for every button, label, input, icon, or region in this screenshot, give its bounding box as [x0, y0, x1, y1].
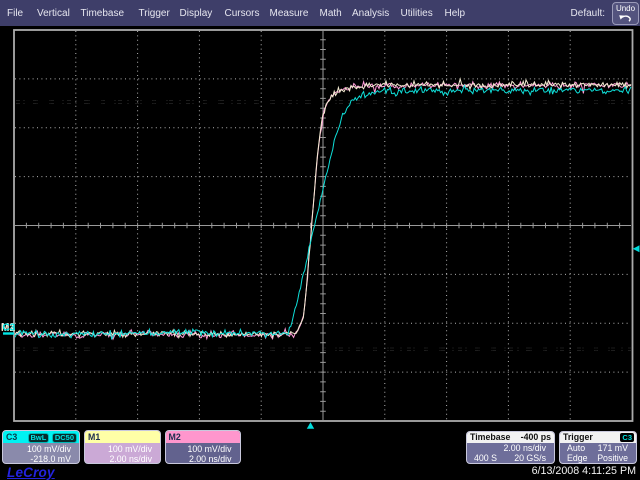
- svg-text:C3: C3: [3, 323, 16, 334]
